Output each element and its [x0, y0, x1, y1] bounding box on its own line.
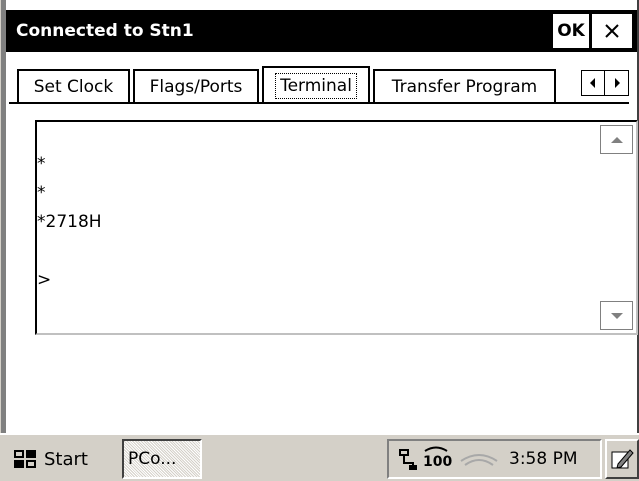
system-tray: 100 3:58 PM	[387, 439, 602, 479]
tab-label: Terminal	[275, 72, 357, 99]
client-area: Set Clock Flags/Ports Terminal Transfer …	[6, 52, 638, 433]
windows-flag-icon	[14, 450, 36, 468]
tab-label: Flags/Ports	[149, 77, 243, 97]
tab-label: Set Clock	[33, 77, 114, 97]
svg-text:100: 100	[423, 454, 452, 470]
tab-transfer-program[interactable]: Transfer Program	[373, 69, 556, 103]
close-button[interactable]	[592, 14, 632, 48]
title-bar: Connected to Stn1 OK	[6, 10, 637, 52]
tab-scroll-left-button[interactable]	[581, 70, 605, 96]
volume-icon[interactable]	[459, 449, 499, 469]
taskbar-item-label: PCo...	[128, 449, 177, 469]
pencil-icon	[611, 449, 634, 469]
arrow-right-icon	[614, 78, 620, 88]
battery-icon[interactable]: 100	[419, 445, 453, 471]
input-panel-button[interactable]	[605, 439, 639, 479]
tab-label: Transfer Program	[391, 77, 538, 97]
triangle-up-icon	[610, 136, 623, 143]
tab-scroll-right-button[interactable]	[605, 70, 629, 96]
tab-flags-ports[interactable]: Flags/Ports	[133, 69, 259, 103]
arrow-left-icon	[590, 78, 595, 88]
scroll-down-button[interactable]	[600, 301, 633, 330]
window-title: Connected to Stn1	[16, 21, 194, 41]
scroll-up-button[interactable]	[600, 125, 633, 154]
terminal-text: * * *2718H >	[37, 154, 102, 290]
terminal-output[interactable]: * * *2718H >	[35, 120, 638, 335]
taskbar: Start PCo... 100 3:58 PM	[0, 433, 639, 481]
taskbar-item-pco[interactable]: PCo...	[122, 439, 202, 479]
tab-baseline	[9, 102, 629, 104]
triangle-down-icon	[610, 312, 623, 319]
tab-set-clock[interactable]: Set Clock	[17, 69, 130, 103]
start-button[interactable]: Start	[2, 439, 112, 479]
tab-terminal[interactable]: Terminal	[262, 66, 370, 103]
network-icon[interactable]	[395, 447, 417, 471]
tab-scroll-buttons	[581, 70, 630, 96]
clock[interactable]: 3:58 PM	[509, 449, 578, 469]
app-window: Connected to Stn1 OK Set Clock Flags/Por…	[0, 0, 639, 433]
close-icon	[605, 24, 619, 38]
ok-button[interactable]: OK	[553, 14, 589, 48]
start-label: Start	[44, 448, 88, 470]
